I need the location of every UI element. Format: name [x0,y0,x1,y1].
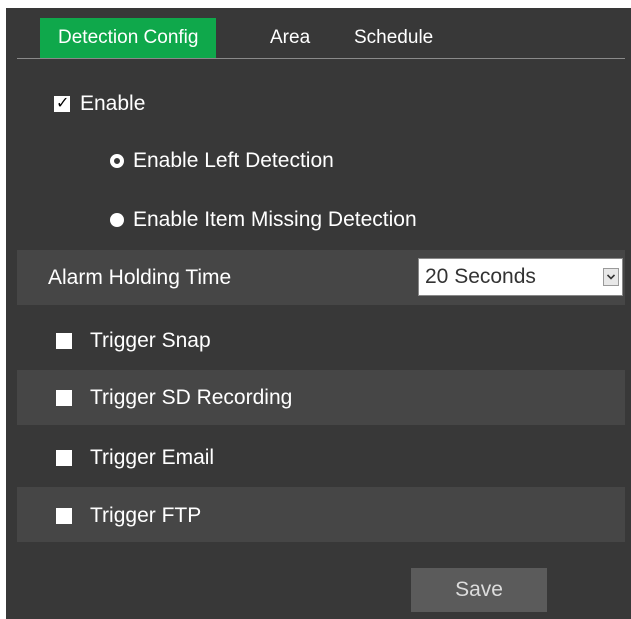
trigger-email-checkbox[interactable] [56,450,72,466]
trigger-ftp-row: Trigger FTP [17,487,625,542]
trigger-sd-recording-label: Trigger SD Recording [90,386,293,409]
enable-row: ✓ Enable [17,75,625,131]
check-icon: ✓ [56,95,70,112]
tab-bar: Detection Config Area Schedule [17,18,625,59]
tab-detection-config[interactable]: Detection Config [40,18,217,58]
radio-left-detection-label: Enable Left Detection [133,149,334,172]
trigger-ftp-label: Trigger FTP [90,504,202,527]
trigger-email-row: Trigger Email [17,429,625,484]
alarm-holding-label: Alarm Holding Time [48,266,232,289]
radio-row-left-detection: Enable Left Detection [17,131,625,191]
trigger-sd-recording-row: Trigger SD Recording [17,370,625,425]
tab-schedule[interactable]: Schedule [354,18,433,58]
chevron-down-icon[interactable] [603,268,619,286]
trigger-sd-recording-checkbox[interactable] [56,390,72,406]
save-button[interactable]: Save [411,568,547,612]
radio-row-item-missing: Enable Item Missing Detection [17,191,625,250]
trigger-email-label: Trigger Email [90,446,215,469]
alarm-holding-value: 20 Seconds [425,265,536,288]
trigger-snap-checkbox[interactable] [56,333,72,349]
alarm-holding-row: Alarm Holding Time 20 Seconds [17,250,625,305]
trigger-ftp-checkbox[interactable] [56,508,72,524]
alarm-holding-select[interactable]: 20 Seconds [418,258,623,296]
enable-label: Enable [80,92,146,115]
trigger-snap-row: Trigger Snap [17,312,625,367]
tab-area[interactable]: Area [270,18,310,58]
radio-item-missing-label: Enable Item Missing Detection [133,208,417,231]
trigger-snap-label: Trigger Snap [90,329,211,352]
enable-checkbox[interactable]: ✓ [54,95,70,112]
radio-left-detection[interactable] [110,154,124,168]
radio-item-missing[interactable] [110,213,124,227]
